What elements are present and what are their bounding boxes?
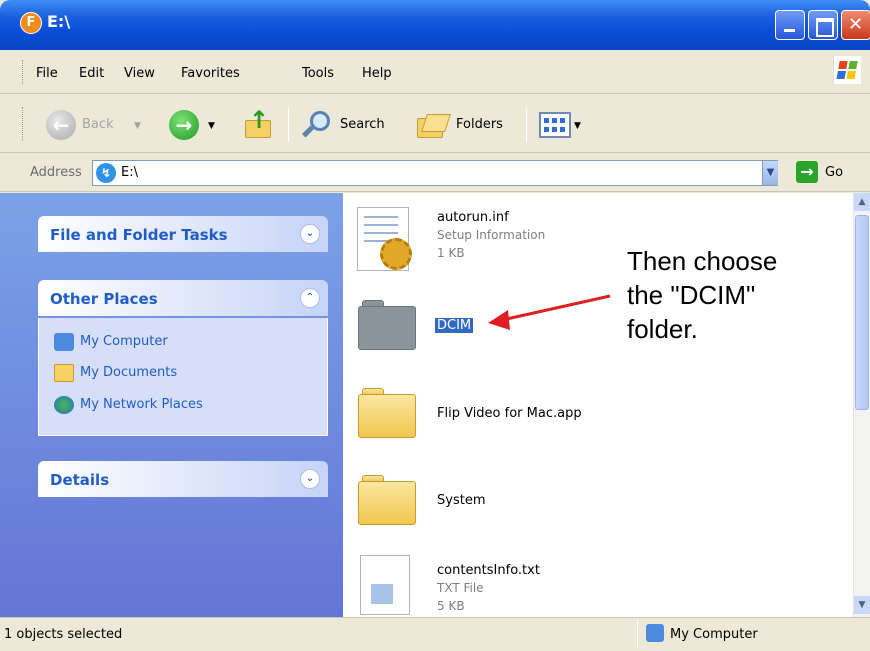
file-folder-tasks-header[interactable]: File and Folder Tasks ⌄ — [38, 216, 328, 252]
title-bar[interactable] — [0, 0, 870, 50]
scroll-up-arrow-icon[interactable]: ▲ — [854, 193, 870, 211]
my-computer-icon — [646, 624, 664, 642]
menu-file[interactable]: File — [36, 66, 58, 81]
file-type-autorun: Setup Information — [437, 228, 546, 242]
window-title: E:\ — [47, 12, 71, 31]
setup-information-file-icon[interactable] — [357, 207, 412, 271]
file-folder-tasks-title: File and Folder Tasks — [50, 226, 228, 244]
expand-chevron-icon[interactable]: ⌄ — [300, 469, 320, 489]
details-header[interactable]: Details ⌄ — [38, 461, 328, 497]
text-file-icon[interactable] — [360, 555, 410, 615]
folders-icon[interactable] — [417, 112, 451, 140]
toolbar-separator — [526, 108, 527, 142]
annotation-arrow-icon — [488, 294, 611, 330]
back-dropdown-icon[interactable]: ▼ — [134, 121, 141, 131]
other-places-title: Other Places — [50, 290, 158, 308]
file-name-flip-video[interactable]: Flip Video for Mac.app — [437, 406, 582, 421]
menu-view[interactable]: View — [124, 66, 155, 81]
windows-logo-icon — [833, 56, 861, 84]
search-button[interactable]: Search — [340, 117, 385, 132]
status-selection-count: 1 objects selected — [4, 627, 123, 642]
folder-up-icon[interactable]: ↑ — [243, 106, 273, 140]
toolbar-separator — [288, 108, 289, 142]
go-button[interactable]: Go — [825, 165, 843, 180]
file-name-contentsinfo[interactable]: contentsInfo.txt — [437, 563, 540, 578]
views-icon[interactable] — [539, 112, 571, 138]
close-button[interactable] — [841, 10, 870, 40]
views-dropdown-icon[interactable]: ▼ — [574, 121, 581, 131]
file-size-contentsinfo: 5 KB — [437, 599, 465, 613]
file-name-dcim[interactable]: DCIM — [435, 318, 474, 333]
go-arrow-icon[interactable]: → — [796, 161, 818, 183]
place-my-network-places[interactable]: My Network Places — [80, 397, 203, 412]
file-name-system[interactable]: System — [437, 493, 485, 508]
my-computer-icon — [54, 333, 74, 351]
folders-button[interactable]: Folders — [456, 117, 503, 132]
status-location: My Computer — [670, 627, 758, 642]
menu-edit[interactable]: Edit — [79, 66, 104, 81]
place-my-computer[interactable]: My Computer — [80, 334, 168, 349]
drive-icon: F — [20, 12, 42, 34]
folder-icon[interactable] — [358, 388, 418, 438]
other-places-header[interactable]: Other Places ⌃ — [38, 280, 328, 316]
search-icon[interactable] — [301, 111, 332, 141]
file-size-autorun: 1 KB — [437, 246, 465, 260]
maximize-button[interactable] — [808, 10, 838, 40]
network-places-icon — [54, 396, 74, 414]
expand-chevron-icon[interactable]: ⌄ — [300, 224, 320, 244]
details-title: Details — [50, 471, 110, 489]
menu-help[interactable]: Help — [362, 66, 392, 81]
folder-icon[interactable] — [358, 475, 418, 525]
address-input[interactable] — [92, 160, 778, 186]
menu-tools[interactable]: Tools — [302, 66, 334, 81]
file-name-autorun[interactable]: autorun.inf — [437, 210, 509, 225]
status-divider — [637, 620, 638, 648]
address-value[interactable]: E:\ — [121, 165, 138, 180]
forward-dropdown-icon[interactable]: ▼ — [208, 121, 215, 131]
annotation-text: Then choose the "DCIM" folder. — [627, 246, 778, 344]
explorer-window: F E:\ File Edit View Favorites Tools Hel… — [0, 0, 870, 651]
scrollbar-thumb[interactable] — [855, 215, 869, 410]
place-my-documents[interactable]: My Documents — [80, 365, 177, 380]
menu-favorites[interactable]: Favorites — [181, 66, 240, 81]
address-dropdown-icon[interactable]: ▼ — [762, 161, 778, 185]
forward-button[interactable]: → — [169, 110, 199, 140]
scroll-down-arrow-icon[interactable]: ▼ — [854, 596, 870, 614]
collapse-chevron-icon[interactable]: ⌃ — [300, 288, 320, 308]
back-button-label[interactable]: Back — [82, 117, 114, 132]
back-arrow-icon[interactable]: ← — [46, 110, 76, 140]
drive-icon: ↯ — [96, 163, 116, 183]
file-type-contentsinfo: TXT File — [437, 581, 484, 595]
address-label: Address — [30, 165, 82, 180]
minimize-button[interactable] — [775, 10, 805, 40]
my-documents-icon — [54, 364, 74, 382]
folder-icon[interactable] — [358, 300, 418, 350]
